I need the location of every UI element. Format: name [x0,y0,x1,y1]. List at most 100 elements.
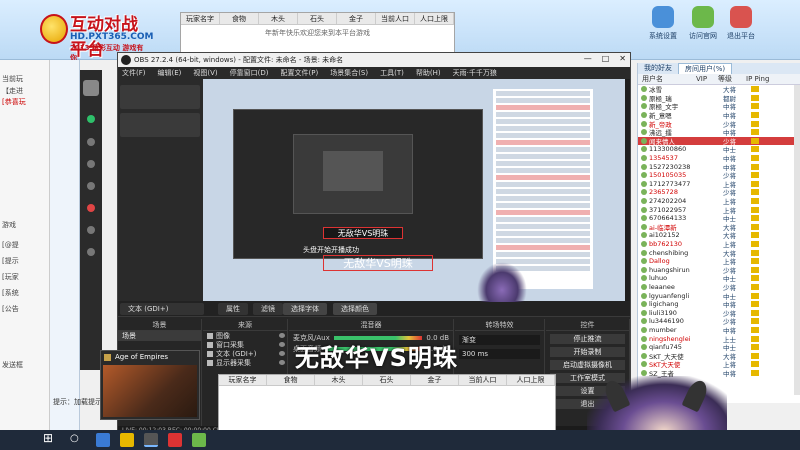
user-row[interactable]: ai102152 大将 [638,231,800,240]
menu-tools[interactable]: 工具(T) [380,68,404,78]
user-row[interactable]: 闻来情人 少将 [638,136,800,146]
search-icon[interactable] [68,433,82,447]
user-row[interactable]: 150105035 少将 [638,171,800,180]
eye-icon[interactable] [279,360,285,365]
user-row[interactable]: Dallog 上将 [638,257,800,266]
user-row[interactable]: liuli3190 少将 [638,308,800,318]
menu-extra[interactable]: 天雨·千千万狼 [453,68,497,78]
stop-stream-button[interactable]: 停止推流 [550,334,625,344]
taskbar-app-icon[interactable] [192,433,206,447]
user-name: 113300860 [649,145,687,154]
eye-icon[interactable] [279,333,285,338]
user-name: chenshibing [649,248,689,257]
exit-platform-button[interactable]: 退出平台 [718,6,764,41]
menu-file[interactable]: 文件(F) [122,68,146,78]
user-row[interactable]: ai-临潭新 大将 [638,223,800,232]
user-status-icon [641,292,647,299]
col-ip-ping[interactable]: IP Ping [746,74,800,84]
col-username[interactable]: 用户名 [638,74,696,84]
notification-icon[interactable] [87,204,95,212]
controls-dock-title: 控件 [546,319,629,331]
menu-edit[interactable]: 编辑(E) [158,68,182,78]
user-row[interactable]: 274202204 上将 [638,197,800,206]
nested-user-list [493,89,593,289]
user-row[interactable]: ligichang 中将 [638,300,800,309]
room-table-header: 玩家名字 食物 木头 石头 金子 当前人口 人口上限 [181,13,454,25]
folder-icon[interactable] [87,182,95,190]
user-row[interactable]: chenshibing 大将 [638,248,800,258]
user-row[interactable]: leaanee 少将 [638,283,800,292]
taskbar-app-icon[interactable] [120,433,134,447]
filters-button[interactable]: 滤镜 [253,303,283,315]
user-list-scrollbar[interactable] [794,85,800,395]
taskbar-app-icon[interactable] [168,433,182,447]
user-status-icon [641,283,647,290]
obs-preview-canvas[interactable]: 无敌华VS明珠 头盘开始开播成功 无敌华VS明珠 [203,79,625,301]
platform-logo: 互动对战平台 HD.PXT365.COM 2013 精彩互动 游戏有你 [40,10,154,62]
user-status-icon [641,352,647,359]
properties-button[interactable]: 属性 [218,303,248,315]
select-font-button[interactable]: 选择字体 [283,303,327,315]
avatar[interactable] [83,80,99,96]
tab-friends[interactable]: 我的好友 [638,63,678,74]
chat-line: [玩家 [2,273,19,281]
menu-docks[interactable]: 停靠窗口(D) [230,68,269,78]
menu-scene-collection[interactable]: 场景集合(S) [330,68,368,78]
close-icon[interactable]: ✕ [619,54,626,63]
user-row[interactable]: 1712773477 上将 [638,180,800,189]
settings-icon[interactable] [87,248,95,256]
preview-thumb[interactable] [120,85,200,109]
user-row[interactable]: 1527230238 中将 [638,162,800,172]
taskbar-obs-icon[interactable] [144,433,158,447]
menu-help[interactable]: 帮助(H) [416,68,441,78]
nested-list-row [496,210,590,215]
user-row[interactable]: 371022957 上将 [638,205,800,215]
user-name: huangshirun [649,265,690,274]
nested-list-row [496,133,590,138]
eye-icon[interactable] [279,351,285,356]
tab-room-users[interactable]: 房间用户(%) [678,63,733,74]
minimize-icon[interactable]: — [584,54,592,63]
user-name: leaanee [649,282,675,291]
ping-signal-icon [751,163,759,170]
menu-view[interactable]: 视图(V) [193,68,217,78]
user-status-icon [641,206,647,213]
contacts-icon[interactable] [87,138,95,146]
status-icon[interactable] [87,115,95,123]
user-row[interactable]: ningshenglei 上士 [638,334,800,344]
menu-profile[interactable]: 配置文件(P) [281,68,319,78]
user-row[interactable]: lu3446190 少将 [638,317,800,326]
platform-notice: 年新年快乐欢迎您来到本平台游戏 [265,29,370,37]
ping-signal-icon [751,352,759,359]
ping-signal-icon [751,361,759,368]
windows-start-icon[interactable] [42,431,56,447]
obs-title-text: OBS 27.2.4 (64-bit, windows) - 配置文件: 未命名… [134,56,344,64]
preview-thumb[interactable] [120,113,200,137]
user-status-icon [641,223,647,230]
user-row[interactable]: bb762130 上将 [638,240,800,249]
user-row[interactable]: huangshirun 少将 [638,265,800,275]
start-recording-button[interactable]: 开始录制 [550,347,625,357]
user-row[interactable]: 2365728 少将 [638,188,800,197]
ping-signal-icon [751,137,759,144]
star-icon[interactable] [87,226,95,234]
user-row[interactable]: lgyuanfengli 中士 [638,291,800,301]
scene-item[interactable]: 场景 [118,331,201,341]
virtual-camera-button[interactable]: 启动虚拟摄像机 [550,360,625,370]
globe-icon [692,6,714,28]
user-row[interactable]: luhuo 中士 [638,274,800,283]
nested-list-row [496,91,590,96]
taskbar-app-icon[interactable] [96,433,110,447]
col-vip[interactable]: VIP [696,74,718,84]
select-color-button[interactable]: 选择颜色 [333,303,377,315]
col-level[interactable]: 等级 [718,74,746,84]
source-item[interactable]: 显示器采集 [203,358,287,367]
maximize-icon[interactable]: □ [602,54,610,63]
user-row[interactable]: 1354537 中将 [638,154,800,163]
user-row[interactable]: 113300860 中士 [638,145,800,154]
user-row[interactable]: mumber 中将 [638,326,800,335]
taskbar-preview-aoe[interactable]: Age of Empires Expansion [100,350,200,420]
eye-icon[interactable] [279,342,285,347]
user-status-icon [641,112,647,119]
cube-icon[interactable] [87,160,95,168]
